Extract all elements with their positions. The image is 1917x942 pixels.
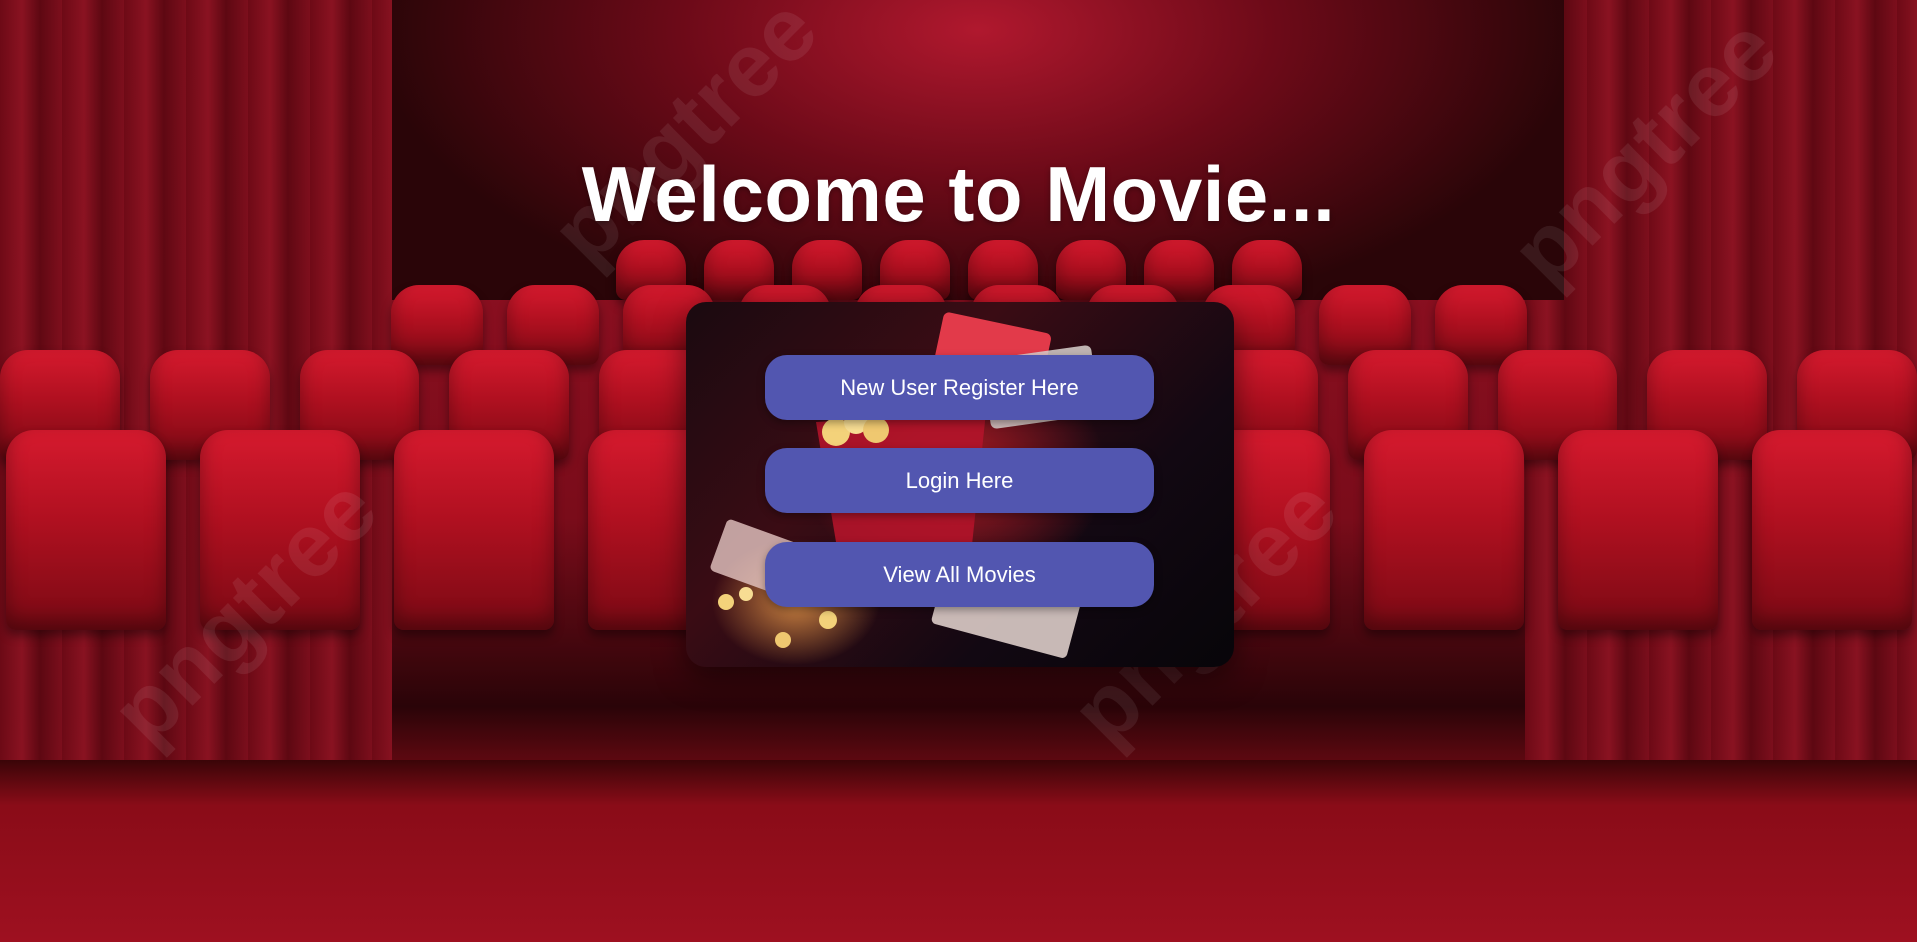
action-card: New User Register Here Login Here View A…: [686, 302, 1234, 667]
view-all-movies-button[interactable]: View All Movies: [765, 542, 1154, 607]
register-button[interactable]: New User Register Here: [765, 355, 1154, 420]
seat: [5, 430, 166, 630]
seat: [393, 430, 554, 630]
page-title: Welcome to Movie...: [581, 150, 1336, 238]
login-button[interactable]: Login Here: [765, 448, 1154, 513]
seat: [1557, 430, 1718, 630]
seat: [1751, 430, 1912, 630]
theater-floor: [0, 760, 1917, 942]
seat: [199, 430, 360, 630]
seat: [1363, 430, 1524, 630]
page-background: pngtree pngtree pngtree pngtree Welcome …: [0, 0, 1917, 942]
